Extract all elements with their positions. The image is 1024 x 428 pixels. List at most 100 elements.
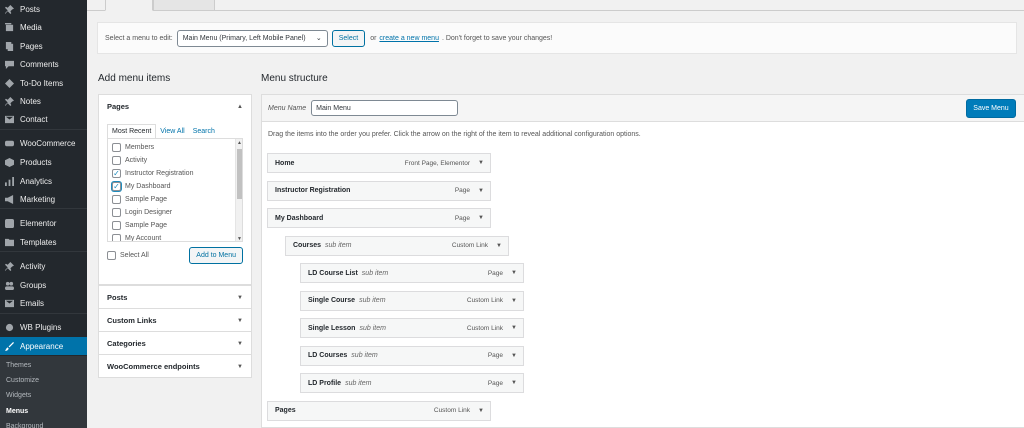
sidebar-item-label: Analytics [20,176,53,186]
tab-view-all[interactable]: View All [156,125,188,138]
menu-item-type: Custom Link [466,324,503,332]
page-checkbox-item[interactable]: Members [112,143,154,152]
sidebar-item-groups[interactable]: Groups [0,276,87,294]
menu-item-pages[interactable]: Pages Custom Link ▼ [267,400,491,421]
menu-item-single-course[interactable]: Single Course sub item Custom Link ▼ [300,290,524,311]
sidebar-item-wb-plugins[interactable]: WB Plugins [0,318,87,336]
sidebar-item-posts[interactable]: Posts [0,0,87,18]
sidebar-item-elementor[interactable]: Elementor [0,214,87,232]
expand-arrow-icon[interactable]: ▼ [511,270,517,276]
menu-item-my-dashboard[interactable]: My Dashboard Page ▼ [267,208,491,228]
expand-arrow-icon[interactable]: ▼ [511,380,517,386]
sidebar-item-woocommerce[interactable]: WooCommerce [0,134,87,152]
pin-icon [5,4,14,14]
sidebar-item-label: Contact [20,114,48,124]
sidebar-item-contact[interactable]: Contact [0,110,87,128]
sidebar-item-templates[interactable]: Templates [0,233,87,251]
submenu-item-widgets[interactable]: Widgets [6,392,31,399]
menu-select-dropdown[interactable]: Main Menu (Primary, Left Mobile Panel) ⌄ [176,29,328,47]
page-label: Activity [125,157,148,164]
box-icon [5,157,14,167]
sidebar-item-emails[interactable]: Emails [0,294,87,312]
activity-icon [5,261,14,271]
checkbox-icon[interactable] [112,195,121,204]
sidebar-item-notes[interactable]: Notes [0,92,87,110]
expand-arrow-icon[interactable]: ▼ [478,188,484,194]
page-checkbox-item[interactable]: Sample Page [112,221,167,230]
sidebar-item-products[interactable]: Products [0,153,87,171]
page-checkbox-item[interactable]: Sample Page [112,195,167,204]
submenu-item-themes[interactable]: Themes [6,362,31,369]
expand-arrow-icon[interactable]: ▼ [478,408,484,414]
page-checkbox-item[interactable]: Login Designer [112,208,172,217]
submenu-item-customize[interactable]: Customize [6,377,39,384]
checkbox-icon[interactable] [112,143,121,152]
sidebar-item-media[interactable]: Media [0,18,87,36]
sidebar-item-comments[interactable]: Comments [0,55,87,73]
create-menu-link[interactable]: create a new menu [379,35,439,42]
pages-accordion-header[interactable]: Pages ▲ [99,95,251,118]
scroll-thumb[interactable] [237,149,242,199]
page-checkbox-item[interactable]: ✓ My Dashboard [112,182,171,191]
menu-item-courses[interactable]: Courses sub item Custom Link ▼ [285,235,509,256]
tab-manage-locations[interactable] [153,0,215,11]
tab-search[interactable]: Search [189,125,219,138]
checkbox-icon[interactable] [112,156,121,165]
or-text: or [370,34,377,42]
checkbox-icon[interactable] [112,208,121,217]
sidebar-item-to-do-items[interactable]: To-Do Items [0,74,87,92]
sub-item-label: sub item [351,352,378,359]
accordion-woocommerce-endpoints: WooCommerce endpoints ▼ [98,354,252,378]
sidebar-item-activity[interactable]: Activity [0,257,87,275]
checked-checkbox-icon[interactable]: ✓ [112,182,121,191]
accordion-header[interactable]: Custom Links ▼ [99,309,251,332]
select-all-checkbox[interactable]: Select All [107,250,149,260]
sidebar-item-label: Pages [20,41,43,51]
sub-item-label: sub item [359,324,386,332]
menu-item-instructor-registration[interactable]: Instructor Registration Page ▼ [267,180,491,201]
checkbox-icon[interactable] [112,234,121,241]
sidebar-item-analytics[interactable]: Analytics [0,172,87,190]
expand-arrow-icon[interactable]: ▼ [511,298,517,304]
sub-item-label: sub item [361,269,389,277]
page-checkbox-item[interactable]: ✓ Instructor Registration [112,169,193,178]
submenu-item-background[interactable]: Background [6,423,43,428]
menu-item-type: Custom Link [466,297,503,304]
page-checkbox-item[interactable]: My Account [112,234,161,241]
sidebar-item-label: Marketing [20,194,56,204]
menu-item-ld-course-list[interactable]: LD Course List sub item Page ▼ [300,263,524,283]
expand-arrow-icon[interactable]: ▼ [478,160,484,166]
menu-item-type: Page [487,352,503,359]
accordion-header[interactable]: Posts ▼ [99,286,251,309]
accordion-header[interactable]: WooCommerce endpoints ▼ [99,355,251,378]
save-menu-button[interactable]: Save Menu [966,99,1016,118]
checked-checkbox-icon[interactable]: ✓ [112,169,121,178]
scroll-up-icon[interactable]: ▲ [237,140,242,146]
scroll-down-icon[interactable]: ▼ [237,236,242,241]
menu-item-single-lesson[interactable]: Single Lesson sub item Custom Link ▼ [300,318,524,338]
expand-arrow-icon[interactable]: ▼ [511,353,517,359]
expand-arrow-icon[interactable]: ▼ [511,325,517,331]
page-checkbox-item[interactable]: Activity [112,156,147,165]
expand-arrow-icon[interactable]: ▼ [478,215,484,221]
sidebar-item-appearance[interactable]: Appearance [0,337,87,355]
expand-arrow-icon[interactable]: ▼ [496,243,502,249]
sidebar-item-pages[interactable]: Pages [0,37,87,55]
checkbox-icon[interactable] [112,221,121,230]
pages-scrollbar[interactable]: ▲ ▼ [235,139,242,241]
add-to-menu-button[interactable]: Add to Menu [189,246,243,264]
submenu-item-menus[interactable]: Menus [6,408,28,415]
tab-edit-menus[interactable] [105,0,153,11]
sidebar-item-marketing[interactable]: Marketing [0,190,87,208]
menu-name-input[interactable]: Main Menu [311,100,459,116]
menu-item-ld-courses[interactable]: LD Courses sub item Page ▼ [300,345,524,366]
menu-item-ld-profile[interactable]: LD Profile sub item Page ▼ [300,373,524,393]
sidebar-item-label: Comments [20,59,59,69]
accordion-header[interactable]: Categories ▼ [99,332,251,355]
sidebar-item-label: WB Plugins [20,322,62,332]
menu-item-title: Courses [293,242,322,249]
tab-most-recent[interactable]: Most Recent [107,124,157,139]
menu-item-home[interactable]: Home Front Page, Elementor ▼ [267,153,491,173]
select-button[interactable]: Select [331,29,366,47]
sidebar-item-label: Products [20,157,52,167]
